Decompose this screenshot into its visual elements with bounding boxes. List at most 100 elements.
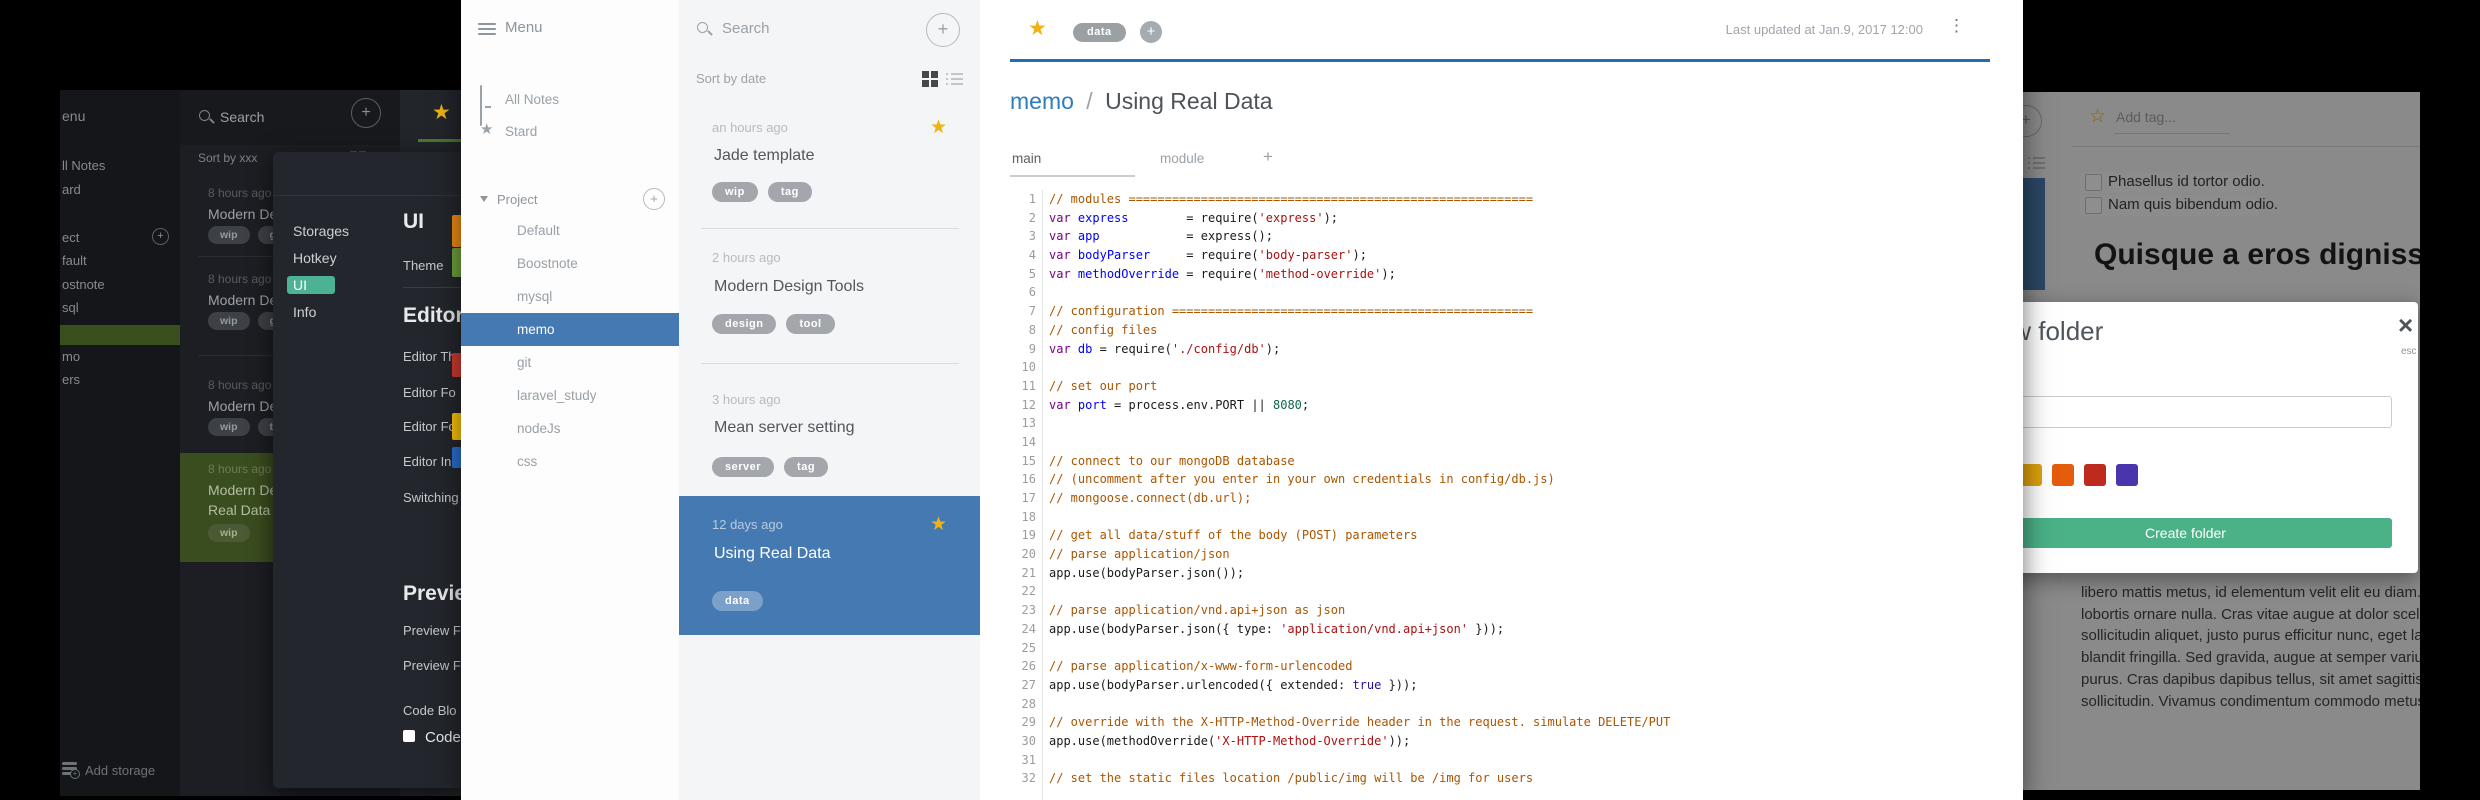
sidebar-item[interactable]: mo: [60, 349, 180, 367]
note-item[interactable]: 3 hours ago Mean server setting server tag: [679, 363, 980, 496]
sidebar-item[interactable]: ll Notes: [60, 158, 180, 176]
note-item[interactable]: 2 hours ago Modern Design Tools design tool: [679, 228, 980, 363]
folder-color-swatch[interactable]: [2116, 464, 2138, 486]
sidebar-item-selected[interactable]: [60, 325, 180, 345]
star-icon[interactable]: ★: [1028, 16, 1047, 41]
list-view-icon[interactable]: [946, 72, 963, 86]
code-line: 16 // (uncomment after you enter in your …: [980, 470, 2023, 489]
settings-nav-storages[interactable]: Storages: [293, 222, 349, 240]
code-line: 12 var port = process.env.PORT || 8080;: [980, 396, 2023, 415]
folder-item-default[interactable]: Default: [461, 214, 679, 247]
code-text: var port = process.env.PORT || 8080;: [1049, 397, 1310, 412]
line-number: 19: [1021, 528, 1036, 543]
add-storage-button[interactable]: + Add storage: [60, 758, 180, 782]
add-tag-button[interactable]: +: [1140, 21, 1162, 43]
sidebar-item[interactable]: ostnote: [60, 277, 180, 295]
new-snippet-tab-button[interactable]: +: [1263, 147, 1273, 167]
sort-by-label[interactable]: Sort by date: [696, 71, 766, 86]
sidebar-item[interactable]: fault: [60, 253, 180, 271]
dark-search-input[interactable]: Search: [220, 109, 264, 125]
sidebar-item[interactable]: sql: [60, 300, 180, 318]
star-icon[interactable]: ★: [930, 116, 947, 139]
line-number: 25: [1021, 640, 1036, 655]
tag-pill[interactable]: wip: [208, 312, 250, 330]
folder-name-input[interactable]: [1979, 396, 2392, 428]
folder-item-memo[interactable]: memo: [461, 313, 679, 346]
tag-pill[interactable]: data: [712, 591, 763, 611]
tag-pill[interactable]: wip: [208, 524, 250, 542]
note-item[interactable]: 12 days ago ★ Using Real Data data: [679, 496, 980, 635]
new-note-button[interactable]: +: [926, 13, 960, 47]
tag-pill[interactable]: server: [712, 457, 775, 477]
line-number: 10: [1021, 360, 1036, 375]
folder-item-git[interactable]: git: [461, 346, 679, 379]
menu-icon[interactable]: [478, 23, 496, 35]
add-folder-button[interactable]: +: [152, 228, 169, 245]
code-line: 2 var express = require('express');: [980, 209, 2023, 228]
note-title: Jade template: [714, 147, 815, 164]
breadcrumb-folder[interactable]: memo: [1010, 88, 1074, 114]
menu-label[interactable]: Menu: [505, 19, 543, 36]
folder-item-mysql[interactable]: mysql: [461, 280, 679, 313]
folder-item-css[interactable]: css: [461, 445, 679, 478]
folder-color-swatch[interactable]: [2052, 464, 2074, 486]
folder-item-laravel_study[interactable]: laravel_study: [461, 379, 679, 412]
kebab-menu-icon[interactable]: ⋮: [1948, 17, 1965, 34]
code-block-checkbox[interactable]: [403, 730, 415, 742]
tag-pill[interactable]: wip: [208, 226, 250, 244]
tag-pill[interactable]: wip: [208, 418, 250, 436]
code-text: app.use(bodyParser.json());: [1049, 565, 1245, 580]
dark-sort-label[interactable]: Sort by xxx: [198, 151, 257, 165]
code-text: // connect to our mongoDB database: [1049, 453, 1295, 468]
sidebar-item-all-notes[interactable]: All Notes: [461, 85, 679, 126]
settings-nav-ui[interactable]: UI: [287, 276, 335, 294]
color-swatch[interactable]: [452, 353, 461, 377]
tag-pill[interactable]: tag: [784, 457, 829, 477]
folder-item-nodejs[interactable]: nodeJs: [461, 412, 679, 445]
tab-module[interactable]: module: [1160, 151, 1204, 166]
code-text: // get all data/stuff of the body (POST)…: [1049, 528, 1418, 543]
code-line: 13: [980, 414, 2023, 433]
folder-item-boostnote[interactable]: Boostnote: [461, 247, 679, 280]
grid-view-icon[interactable]: [922, 71, 938, 87]
tag-pill[interactable]: tool: [786, 314, 835, 334]
color-swatch[interactable]: [452, 248, 461, 277]
add-folder-button[interactable]: +: [643, 188, 665, 210]
dark-menu-label[interactable]: enu: [62, 108, 85, 124]
color-swatch[interactable]: [452, 215, 461, 247]
search-input[interactable]: Search: [722, 20, 770, 37]
tab-main[interactable]: main: [1012, 151, 1041, 166]
close-icon[interactable]: ×: [2398, 310, 2413, 341]
sidebar-item[interactable]: ard: [60, 182, 180, 200]
settings-preview-heading: Previe: [403, 582, 461, 605]
new-note-button[interactable]: +: [351, 98, 381, 128]
code-line: 28: [980, 695, 2023, 714]
code-text: app.use(methodOverride('X-HTTP-Method-Ov…: [1049, 733, 1411, 748]
sidebar-item[interactable]: ect +: [60, 228, 180, 248]
tag-pill[interactable]: tag: [767, 182, 812, 202]
code-editor[interactable]: 1 // modules ============================…: [980, 190, 2023, 800]
settings-nav-info[interactable]: Info: [293, 303, 316, 321]
archive-icon: [480, 85, 496, 126]
color-swatch[interactable]: [452, 447, 461, 468]
settings-row-label: Code Blo: [403, 703, 457, 718]
project-section-header[interactable]: Project +: [461, 188, 679, 212]
note-item[interactable]: an hours ago ★ Jade template wip tag: [679, 105, 980, 228]
code-line: 24 app.use(bodyParser.json({ type: 'appli…: [980, 620, 2023, 639]
line-number: 22: [1021, 584, 1036, 599]
color-swatch[interactable]: [452, 413, 461, 440]
code-line: 25: [980, 639, 2023, 658]
note-tag-pill[interactable]: data: [1073, 23, 1126, 42]
code-text: // parse application/json: [1049, 547, 1230, 562]
folder-color-swatch[interactable]: [2084, 464, 2106, 486]
star-icon[interactable]: ★: [930, 513, 947, 536]
sidebar-item-stard[interactable]: ★ Stard: [461, 122, 679, 142]
create-folder-button[interactable]: Create folder: [1979, 518, 2392, 548]
sidebar-item[interactable]: ers: [60, 372, 180, 390]
code-line: 32 // set the static files location /publ…: [980, 769, 2023, 788]
folder-color-swatch[interactable]: [2020, 464, 2042, 486]
tag-pill[interactable]: wip: [712, 182, 758, 202]
settings-nav-hotkey[interactable]: Hotkey: [293, 249, 337, 267]
star-icon[interactable]: ★: [432, 100, 451, 125]
tag-pill[interactable]: design: [712, 314, 777, 334]
